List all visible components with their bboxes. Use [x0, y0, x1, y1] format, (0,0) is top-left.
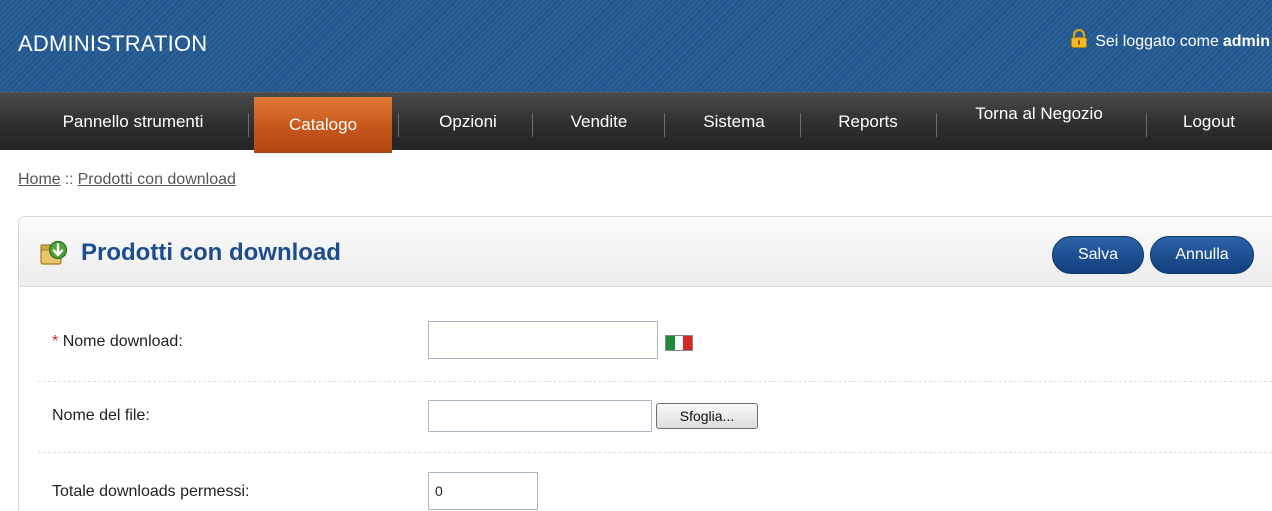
row-divider	[38, 452, 1272, 453]
nav-item-opzioni[interactable]: Opzioni	[412, 93, 524, 151]
download-name-label: Nome download:	[62, 333, 183, 350]
breadcrumb: Home:: Prodotti con download	[18, 171, 236, 189]
nav-item-sistema[interactable]: Sistema	[672, 93, 796, 151]
total-downloads-input[interactable]	[428, 472, 538, 510]
nav-separator	[248, 113, 249, 137]
italian-flag-icon	[665, 335, 693, 351]
header-bar: ADMINISTRATION Sei loggato come admin	[0, 0, 1272, 92]
nav-separator	[398, 113, 399, 137]
breadcrumb-separator: ::	[64, 171, 74, 188]
content-panel: Prodotti con download Salva Annulla	[18, 216, 1272, 511]
app-title: ADMINISTRATION	[18, 31, 208, 56]
lock-icon	[1069, 28, 1089, 54]
breadcrumb-home-link[interactable]: Home	[18, 171, 61, 188]
nav-separator	[664, 113, 665, 137]
login-user: admin	[1222, 32, 1270, 50]
required-mark: *	[52, 333, 59, 350]
nav-separator	[532, 113, 533, 137]
page-title: Prodotti con download	[81, 239, 341, 266]
browse-button[interactable]: Sfoglia...	[656, 403, 758, 429]
nav-item-catalogo[interactable]: Catalogo	[254, 97, 392, 153]
file-name-input[interactable]	[428, 400, 652, 432]
download-box-icon	[38, 237, 68, 272]
main-nav: Pannello strumenti Catalogo Opzioni Vend…	[0, 92, 1272, 153]
nav-separator	[800, 113, 801, 137]
login-prefix: Sei loggato come	[1095, 32, 1219, 50]
download-name-label-row: * Nome download:	[52, 333, 183, 351]
breadcrumb-current-link[interactable]: Prodotti con download	[78, 171, 236, 188]
login-info: Sei loggato come admin	[1069, 28, 1270, 54]
nav-item-torna-al-negozio[interactable]: Torna al Negozio	[944, 85, 1134, 143]
save-button[interactable]: Salva	[1052, 236, 1144, 274]
row-divider	[38, 381, 1272, 382]
total-downloads-label: Totale downloads permessi:	[52, 483, 250, 500]
file-name-label: Nome del file:	[52, 407, 150, 424]
nav-item-logout[interactable]: Logout	[1156, 93, 1262, 151]
nav-item-pannello-strumenti[interactable]: Pannello strumenti	[28, 93, 238, 151]
nav-separator	[1146, 113, 1147, 137]
nav-item-reports[interactable]: Reports	[810, 93, 926, 151]
nav-separator	[936, 113, 937, 137]
nav-item-vendite[interactable]: Vendite	[540, 93, 658, 151]
panel-header: Prodotti con download Salva Annulla	[19, 217, 1272, 287]
download-name-input[interactable]	[428, 321, 658, 359]
cancel-button[interactable]: Annulla	[1150, 236, 1254, 274]
